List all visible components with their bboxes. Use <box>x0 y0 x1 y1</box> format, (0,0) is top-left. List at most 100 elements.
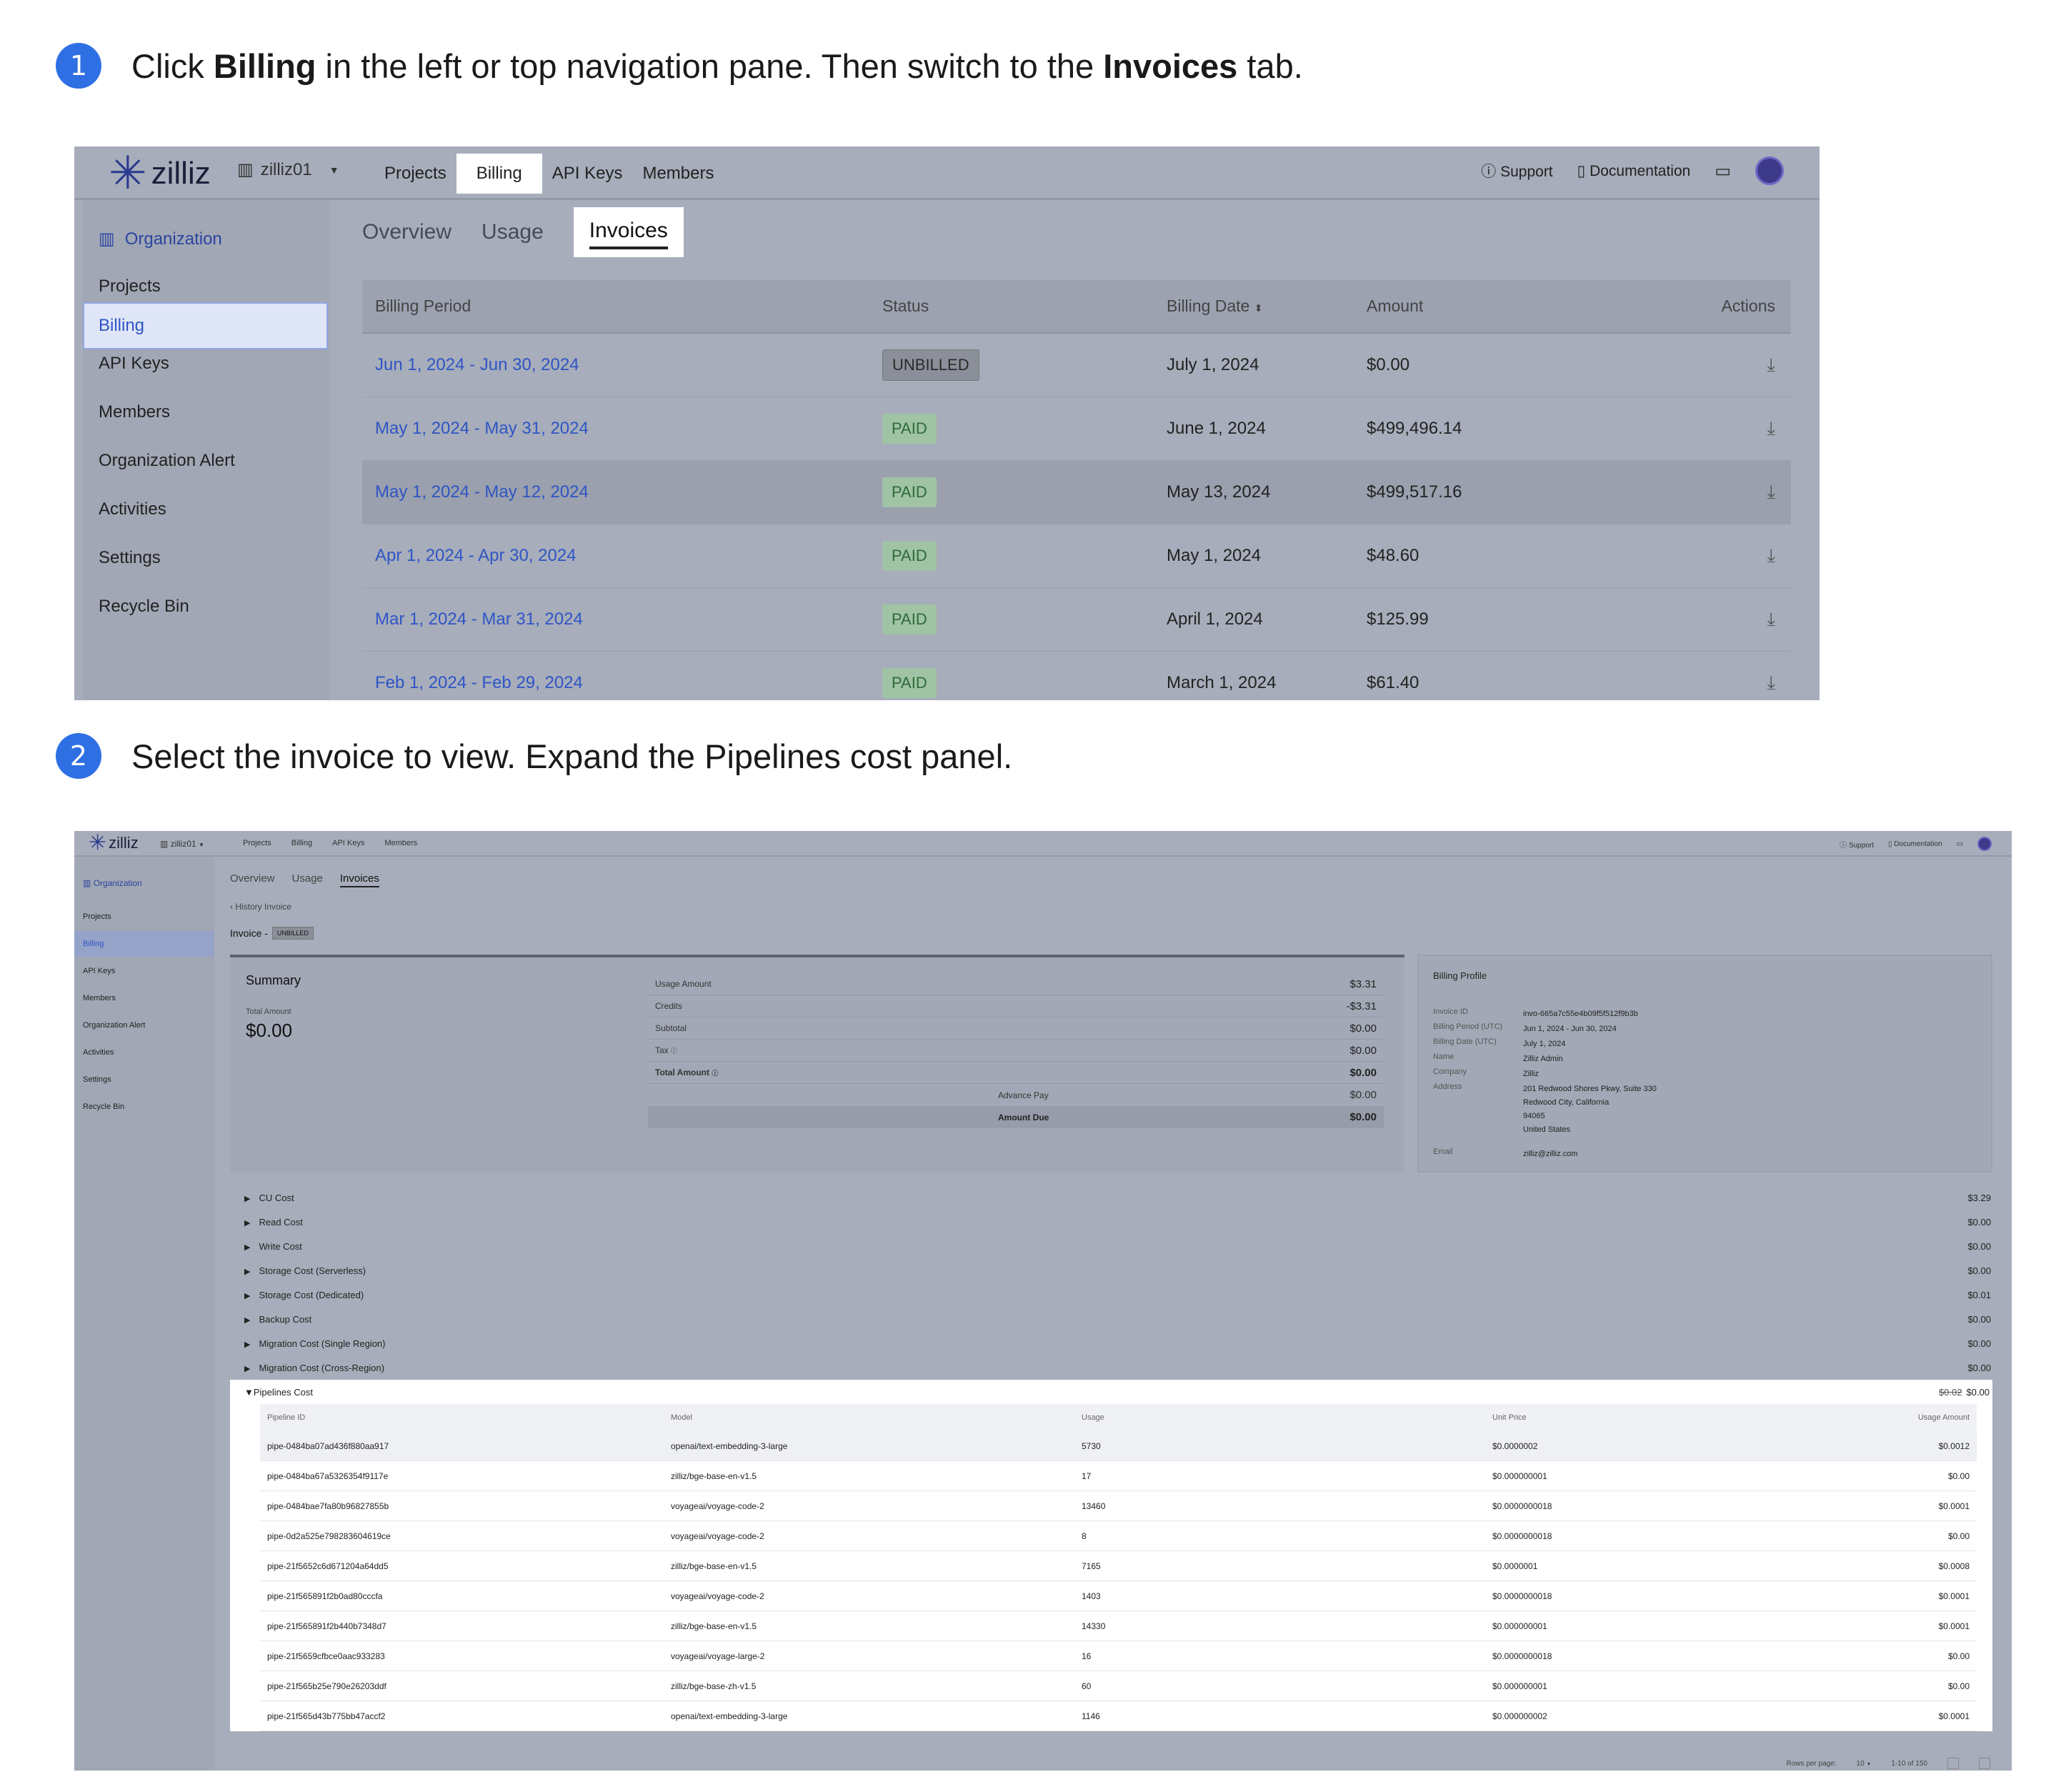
tab-overview[interactable]: Overview <box>362 220 451 244</box>
documentation-link[interactable]: ▯ Documentation <box>1577 162 1691 180</box>
sidebar-item-members[interactable]: Members <box>99 402 170 422</box>
billing-date: April 1, 2024 <box>1167 609 1263 629</box>
cost-panel-migration-cross[interactable]: ▶ Migration Cost (Cross-Region) $0.00 <box>230 1355 1992 1380</box>
table-row[interactable]: pipe-0484ba67a5326354f9117e zilliz/bge-ba… <box>260 1461 1977 1491</box>
nav-billing[interactable]: Billing <box>291 839 312 847</box>
cost-panel-storage-dedicated[interactable]: ▶ Storage Cost (Dedicated) $0.01 <box>230 1283 1992 1307</box>
sidebar-item-organization-alert[interactable]: Organization Alert <box>83 1021 145 1030</box>
cost-panel-storage-serverless[interactable]: ▶ Storage Cost (Serverless) $0.00 <box>230 1258 1992 1283</box>
nav-members[interactable]: Members <box>384 839 417 847</box>
download-icon[interactable]: ⤓ <box>1767 417 1776 439</box>
document-icon: ▯ <box>1887 840 1892 848</box>
brand-logo[interactable]: ✳ zilliz <box>109 151 211 196</box>
download-icon[interactable]: ⤓ <box>1767 544 1776 566</box>
table-row[interactable]: pipe-21f565891f2b0ad80cccfa voyageai/voya… <box>260 1581 1977 1611</box>
table-row[interactable]: pipe-21f565b25e790e26203ddf zilliz/bge-ba… <box>260 1671 1977 1701</box>
sidebar-item-organization-alert[interactable]: Organization Alert <box>99 451 235 471</box>
cost-panel-backup[interactable]: ▶ Backup Cost $0.00 <box>230 1307 1992 1331</box>
trash-icon[interactable]: ▭ <box>1957 840 1963 848</box>
pipelines-cost-header[interactable]: ▼Pipelines Cost $0.02 $0.00 <box>230 1380 1992 1404</box>
nav-members[interactable]: Members <box>632 156 724 191</box>
nav-billing[interactable]: Billing <box>456 153 542 194</box>
table-row[interactable]: May 1, 2024 - May 31, 2024 PAID June 1, … <box>362 397 1791 461</box>
sidebar-item-recycle-bin[interactable]: Recycle Bin <box>83 1102 124 1111</box>
cost-panel-migration-single[interactable]: ▶ Migration Cost (Single Region) $0.00 <box>230 1331 1992 1355</box>
table-row[interactable]: pipe-21f565d43b775bb47accf2 openai/text-e… <box>260 1701 1977 1731</box>
info-icon[interactable]: ⓘ <box>671 1047 677 1055</box>
tab-invoices[interactable]: Invoices <box>339 872 379 887</box>
table-row[interactable]: pipe-0484bae7fa80b96827855b voyageai/voya… <box>260 1491 1977 1521</box>
org-switcher[interactable]: ▥ zilliz01 ▼ <box>237 159 339 180</box>
cost-panel-write[interactable]: ▶ Write Cost $0.00 <box>230 1234 1992 1258</box>
summary-row: Usage Amount $3.31 <box>648 973 1384 995</box>
sidebar-item-members[interactable]: Members <box>83 994 116 1002</box>
sidebar-item-api-keys[interactable]: API Keys <box>83 967 115 975</box>
amount: $0.00 <box>1367 355 1410 374</box>
sidebar-item-settings[interactable]: Settings <box>83 1075 111 1084</box>
prev-page-button[interactable] <box>1947 1758 1959 1769</box>
brand-logo[interactable]: ✳ zilliz <box>89 832 139 854</box>
download-icon[interactable]: ⤓ <box>1767 608 1776 629</box>
sidebar-org-header[interactable]: ▥ Organization <box>83 878 142 888</box>
sidebar-item-recycle-bin[interactable]: Recycle Bin <box>99 597 189 617</box>
header-billing-period: Billing Period <box>375 297 471 315</box>
sidebar-item-activities[interactable]: Activities <box>99 499 166 519</box>
table-row[interactable]: Jun 1, 2024 - Jun 30, 2024 UNBILLED July… <box>362 334 1791 397</box>
support-link[interactable]: ⓘ Support <box>1840 839 1874 850</box>
trash-icon[interactable]: ▭ <box>1715 161 1731 181</box>
header-billing-date[interactable]: Billing Date ⬍ <box>1167 297 1367 316</box>
sidebar-item-projects[interactable]: Projects <box>99 277 161 297</box>
table-row[interactable]: pipe-0d2a525e798283604619ce voyageai/voya… <box>260 1521 1977 1551</box>
download-icon[interactable]: ⤓ <box>1767 672 1776 693</box>
tab-invoices[interactable]: Invoices <box>573 207 684 257</box>
table-row[interactable]: May 1, 2024 - May 12, 2024 PAID May 13, … <box>362 461 1791 524</box>
table-row[interactable]: pipe-21f5652c6d671204a64dd5 zilliz/bge-ba… <box>260 1551 1977 1581</box>
advance-pay-row: Advance Pay $0.00 <box>998 1089 1377 1101</box>
breadcrumb[interactable]: ‹ History Invoice <box>230 902 291 912</box>
billing-period-link[interactable]: Mar 1, 2024 - Mar 31, 2024 <box>362 609 882 629</box>
download-icon[interactable]: ⤓ <box>1767 481 1776 502</box>
tab-usage[interactable]: Usage <box>481 220 544 244</box>
step-1: 1 Click Billing in the left or top navig… <box>56 43 1303 89</box>
step-instruction: Click Billing in the left or top navigat… <box>131 46 1303 85</box>
nav-projects[interactable]: Projects <box>374 156 456 191</box>
pagination: Rows per page: 10 ▼ 1-10 of 150 <box>1787 1758 1990 1769</box>
support-link[interactable]: ⓘ Support <box>1481 160 1552 181</box>
sidebar-item-settings[interactable]: Settings <box>99 548 161 568</box>
sidebar-item-api-keys[interactable]: API Keys <box>99 354 169 374</box>
nav-projects[interactable]: Projects <box>243 839 271 847</box>
billing-period-link[interactable]: May 1, 2024 - May 31, 2024 <box>362 419 882 439</box>
table-row[interactable]: pipe-21f5659cfbce0aac933283 voyageai/voya… <box>260 1641 1977 1671</box>
table-row[interactable]: pipe-21f565891f2b440b7348d7 zilliz/bge-ba… <box>260 1611 1977 1641</box>
avatar[interactable] <box>1755 156 1784 185</box>
billing-period-link[interactable]: Feb 1, 2024 - Feb 29, 2024 <box>362 673 882 693</box>
avatar[interactable] <box>1977 837 1992 851</box>
table-header: Pipeline ID Model Usage Unit Price Usage… <box>260 1404 1977 1431</box>
rows-per-page-select[interactable]: 10 ▼ <box>1857 1760 1872 1768</box>
tab-overview[interactable]: Overview <box>230 872 275 887</box>
sidebar-item-billing[interactable]: Billing <box>83 302 328 349</box>
billing-period-link[interactable]: Apr 1, 2024 - Apr 30, 2024 <box>362 546 882 566</box>
nav-api-keys[interactable]: API Keys <box>332 839 364 847</box>
table-row[interactable]: Feb 1, 2024 - Feb 29, 2024 PAID March 1,… <box>362 652 1791 700</box>
sidebar-item-activities[interactable]: Activities <box>83 1048 114 1057</box>
nav-api-keys[interactable]: API Keys <box>542 156 633 191</box>
org-switcher[interactable]: ▥ zilliz01 ▼ <box>160 839 204 849</box>
table-row[interactable]: Mar 1, 2024 - Mar 31, 2024 PAID April 1,… <box>362 588 1791 652</box>
next-page-button[interactable] <box>1979 1758 1990 1769</box>
cost-panel-cu[interactable]: ▶ CU Cost $3.29 <box>230 1185 1992 1210</box>
tab-usage[interactable]: Usage <box>292 872 323 887</box>
profile-row: Email zilliz@zilliz.com <box>1433 1148 1578 1158</box>
billing-period-link[interactable]: Jun 1, 2024 - Jun 30, 2024 <box>362 355 882 375</box>
sidebar-org-header[interactable]: ▥ Organization <box>99 229 222 249</box>
info-icon[interactable]: ⓘ <box>712 1070 718 1077</box>
table-row[interactable]: Apr 1, 2024 - Apr 30, 2024 PAID May 1, 2… <box>362 524 1791 588</box>
documentation-link[interactable]: ▯ Documentation <box>1888 840 1942 848</box>
cost-panel-read[interactable]: ▶ Read Cost $0.00 <box>230 1210 1992 1234</box>
step-2: 2 Select the invoice to view. Expand the… <box>56 733 1012 779</box>
download-icon[interactable]: ⤓ <box>1767 354 1776 375</box>
table-row[interactable]: pipe-0484ba07ad436f880aa917 openai/text-e… <box>260 1431 1977 1461</box>
billing-period-link[interactable]: May 1, 2024 - May 12, 2024 <box>362 482 882 502</box>
sidebar-item-billing[interactable]: Billing <box>74 931 214 957</box>
sidebar-item-projects[interactable]: Projects <box>83 912 111 921</box>
